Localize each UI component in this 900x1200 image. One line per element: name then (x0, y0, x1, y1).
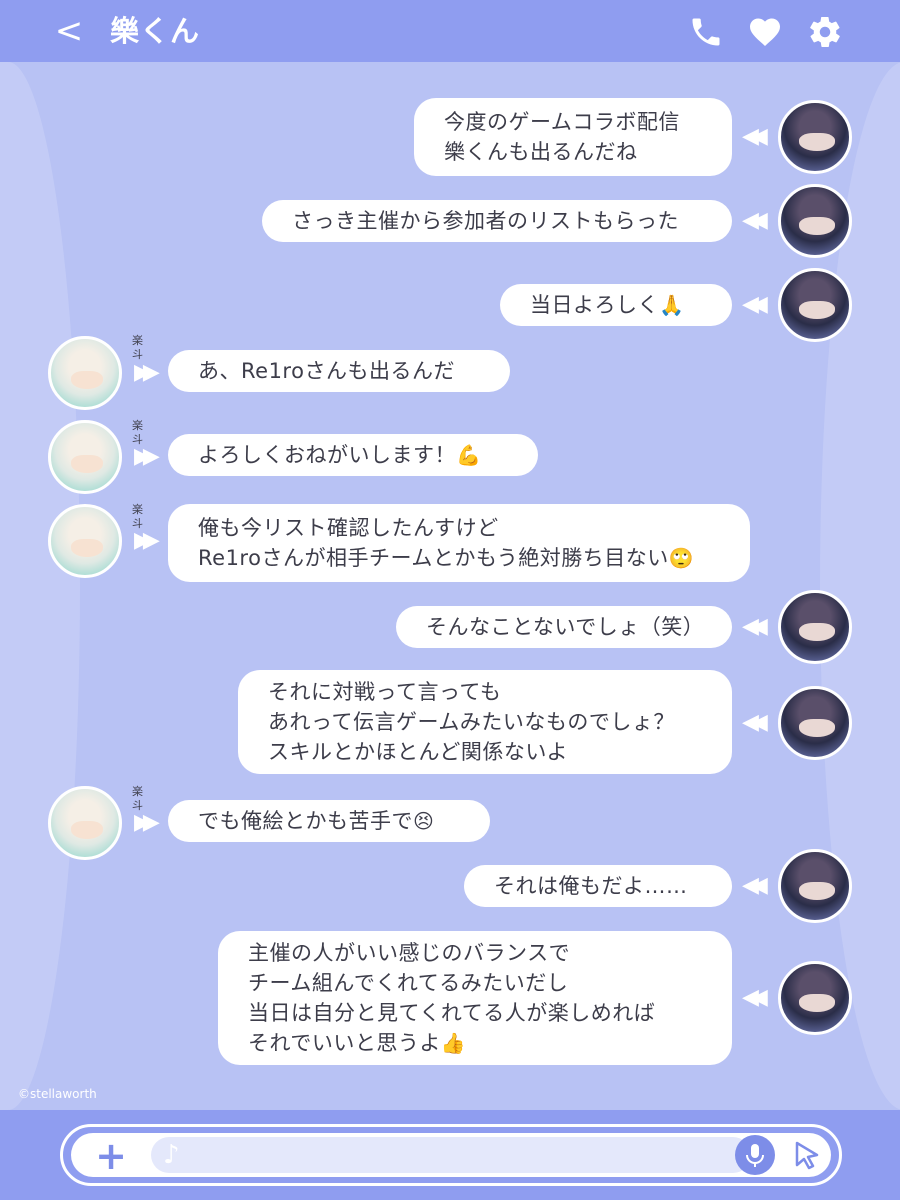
bottom-bar: + ♪ (0, 1110, 900, 1200)
message-bubble-outgoing[interactable]: 当日よろしく🙏 (500, 284, 732, 326)
avatar-self[interactable] (778, 961, 852, 1035)
message-text: さっき主催から参加者のリストもらった (292, 209, 679, 233)
message-bubble-outgoing[interactable]: 今度のゲームコラボ配信 樂くんも出るんだね (414, 98, 732, 176)
incoming-arrow-icon: ▶▶ (134, 444, 160, 469)
avatar-contact[interactable] (48, 504, 122, 578)
avatar-contact[interactable] (48, 786, 122, 860)
outgoing-arrow-icon: ◀◀ (742, 614, 768, 639)
emoji: 💪 (456, 443, 482, 467)
message-text: それでいいと思うよ👍 (248, 1028, 702, 1058)
emoji: 🙏 (659, 293, 685, 317)
message-text: 俺も今リスト確認したんすけど (198, 516, 499, 540)
copyright-text: ©stellaworth (18, 1087, 97, 1101)
message-bubble-outgoing[interactable]: それに対戦って言っても あれって伝言ゲームみたいなものでしょ？ スキルとかほとん… (238, 670, 732, 774)
avatar-self[interactable] (778, 184, 852, 258)
sender-name: 楽斗 (132, 334, 143, 361)
message-text: 今度のゲームコラボ配信 (444, 110, 680, 134)
message-text: よろしくおねがいします！💪 (198, 440, 508, 470)
message-bubble-outgoing[interactable]: そんなことないでしょ（笑） (396, 606, 732, 648)
avatar-self[interactable] (778, 686, 852, 760)
composer: + ♪ (60, 1124, 842, 1186)
cursor-send-icon[interactable] (787, 1135, 827, 1175)
message-text: そんなことないでしょ（笑） (426, 615, 705, 639)
plus-icon[interactable]: + (91, 1137, 131, 1177)
avatar-self[interactable] (778, 849, 852, 923)
message-bubble-incoming[interactable]: 俺も今リスト確認したんすけど Re1roさんが相手チームとかもう絶対勝ち目ない🙄 (168, 504, 750, 582)
message-text: それに対戦って言っても (268, 680, 502, 704)
sender-name: 楽斗 (132, 419, 143, 446)
message-bubble-incoming[interactable]: でも俺絵とかも苦手で😣 (168, 800, 490, 842)
message-text: チーム組んでくれてるみたいだし (248, 971, 569, 995)
message-bubble-incoming[interactable]: よろしくおねがいします！💪 (168, 434, 538, 476)
message-text: 樂くんも出るんだね (444, 140, 638, 164)
music-note-icon[interactable]: ♪ (163, 1139, 191, 1171)
emoji: 😣 (413, 809, 435, 833)
avatar-self[interactable] (778, 268, 852, 342)
avatar-contact[interactable] (48, 420, 122, 494)
message-text: でも俺絵とかも苦手で😣 (198, 806, 460, 836)
message-text: 主催の人がいい感じのバランスで (248, 941, 571, 965)
top-bar: < 樂くん (0, 0, 900, 62)
incoming-arrow-icon: ▶▶ (134, 360, 160, 385)
message-bubble-outgoing[interactable]: それは俺もだよ…… (464, 865, 732, 907)
avatar-contact[interactable] (48, 336, 122, 410)
emoji: 🙄 (668, 546, 695, 570)
background-wave (0, 62, 80, 1110)
incoming-arrow-icon: ▶▶ (134, 810, 160, 835)
message-text: あれって伝言ゲームみたいなものでしょ？ (268, 710, 675, 734)
microphone-icon[interactable] (735, 1135, 775, 1175)
message-text: あ、Re1roさんも出るんだ (198, 359, 455, 383)
outgoing-arrow-icon: ◀◀ (742, 710, 768, 735)
message-text: それは俺もだよ…… (494, 874, 688, 898)
message-text: Re1roさんが相手チームとかもう絶対勝ち目ない🙄 (198, 543, 720, 573)
avatar-self[interactable] (778, 100, 852, 174)
heart-icon[interactable] (747, 14, 783, 50)
emoji: 👍 (440, 1031, 467, 1055)
message-text: 当日は自分と見てくれてる人が楽しめれば (248, 1001, 656, 1025)
outgoing-arrow-icon: ◀◀ (742, 873, 768, 898)
phone-icon[interactable] (688, 14, 724, 50)
composer-inner: + ♪ (71, 1133, 831, 1177)
message-text: スキルとかほとんど関係ないよ (268, 740, 568, 764)
message-text: 当日よろしく🙏 (530, 290, 702, 320)
incoming-arrow-icon: ▶▶ (134, 528, 160, 553)
message-bubble-outgoing[interactable]: さっき主催から参加者のリストもらった (262, 200, 732, 242)
message-bubble-incoming[interactable]: あ、Re1roさんも出るんだ (168, 350, 510, 392)
sender-name: 楽斗 (132, 503, 143, 530)
chat-title: 樂くん (110, 14, 201, 48)
gear-icon[interactable] (807, 14, 843, 50)
outgoing-arrow-icon: ◀◀ (742, 124, 768, 149)
outgoing-arrow-icon: ◀◀ (742, 985, 768, 1010)
message-input[interactable] (151, 1137, 751, 1173)
avatar-self[interactable] (778, 590, 852, 664)
message-bubble-outgoing[interactable]: 主催の人がいい感じのバランスで チーム組んでくれてるみたいだし 当日は自分と見て… (218, 931, 732, 1065)
outgoing-arrow-icon: ◀◀ (742, 292, 768, 317)
back-button[interactable]: < (52, 10, 86, 52)
sender-name: 楽斗 (132, 785, 143, 812)
outgoing-arrow-icon: ◀◀ (742, 208, 768, 233)
